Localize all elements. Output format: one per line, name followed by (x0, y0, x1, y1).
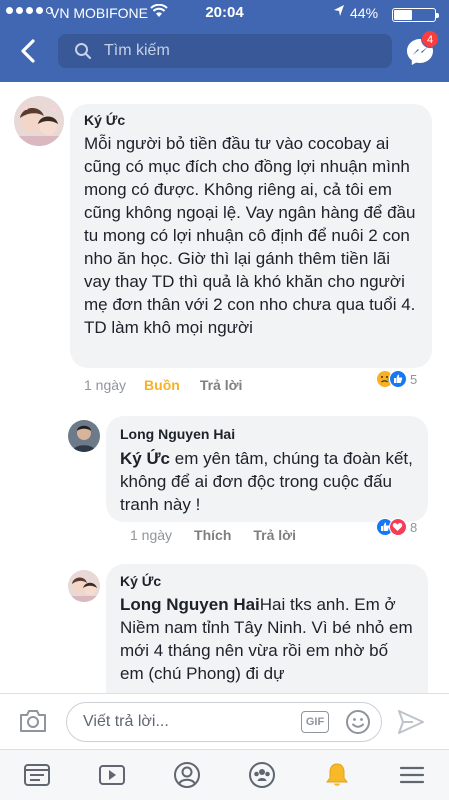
comment-time: 1 ngày (130, 527, 173, 543)
reply-bubble[interactable]: Long Nguyen Hai Ký Ức em yên tâm, chúng … (106, 416, 428, 522)
search-bar[interactable] (58, 34, 392, 68)
love-reaction-icon (389, 518, 407, 536)
comment-author[interactable]: Ký Ức (84, 112, 418, 128)
comment-text: Ký Ức em yên tâm, chúng ta đoàn kết, khô… (120, 449, 413, 514)
reaction-summary[interactable]: 8 (376, 518, 417, 536)
reply-button[interactable]: Trả lời (253, 527, 296, 543)
like-button[interactable]: Thích (194, 527, 231, 543)
comment-text: Mỗi người bỏ tiền đầu tư vào cocobay ai … (84, 134, 416, 337)
avatar[interactable] (68, 420, 100, 452)
status-bar: VN MOBIFONE 20:04 44% (0, 0, 449, 26)
profile-icon[interactable] (172, 760, 202, 790)
like-reaction-icon (389, 370, 407, 388)
search-input[interactable] (104, 34, 384, 68)
comment-time: 1 ngày (84, 377, 127, 393)
avatar[interactable] (14, 96, 64, 146)
reply-button[interactable]: Trả lời (200, 377, 243, 393)
send-icon[interactable] (396, 708, 426, 736)
reply-bubble[interactable]: Ký Ức Long Nguyen HaiHai tks anh. Em ở N… (106, 564, 428, 714)
reaction-count: 8 (410, 519, 418, 535)
notifications-icon[interactable] (322, 760, 352, 790)
back-arrow-icon[interactable] (14, 36, 44, 66)
avatar-image (68, 570, 100, 602)
comment-actions: 1 ngày Buồn Trả lời (84, 377, 242, 393)
battery-icon (392, 8, 439, 22)
reaction-button[interactable]: Buồn (144, 377, 180, 393)
reply-input[interactable] (83, 703, 293, 741)
watch-icon[interactable] (97, 760, 127, 790)
reaction-count: 5 (410, 371, 418, 387)
mention-link[interactable]: Ký Ức (120, 449, 170, 468)
avatar-image (68, 420, 100, 452)
menu-icon[interactable] (397, 760, 427, 790)
avatar[interactable] (68, 570, 100, 602)
clock: 20:04 (205, 4, 244, 21)
reaction-summary[interactable]: 5 (376, 370, 417, 388)
gif-button[interactable]: GIF (301, 711, 329, 733)
groups-icon[interactable] (247, 760, 277, 790)
mention-link[interactable]: Long Nguyen Hai (120, 595, 260, 614)
feed-icon[interactable] (22, 760, 52, 790)
bottom-tab-bar (0, 749, 449, 800)
battery-percent: 44% (350, 5, 379, 21)
camera-icon[interactable] (18, 708, 48, 734)
location-arrow-icon (334, 5, 344, 16)
comment-text: Long Nguyen HaiHai tks anh. Em ở Niềm na… (120, 595, 413, 683)
reply-field[interactable]: GIF (66, 702, 382, 742)
reply-composer: GIF (0, 693, 449, 749)
comment-bubble[interactable]: Ký Ức Mỗi người bỏ tiền đầu tư vào cocob… (70, 104, 432, 368)
avatar-image (14, 96, 64, 146)
comment-author[interactable]: Long Nguyen Hai (120, 426, 414, 442)
top-bar: VN MOBIFONE 20:04 44% 4 (0, 0, 449, 82)
comment-author[interactable]: Ký Ức (120, 573, 414, 589)
emoji-icon[interactable] (345, 709, 371, 735)
messenger-badge: 4 (421, 30, 439, 48)
comment-actions: 1 ngày Thích Trả lời (130, 527, 296, 543)
search-icon (75, 43, 92, 60)
